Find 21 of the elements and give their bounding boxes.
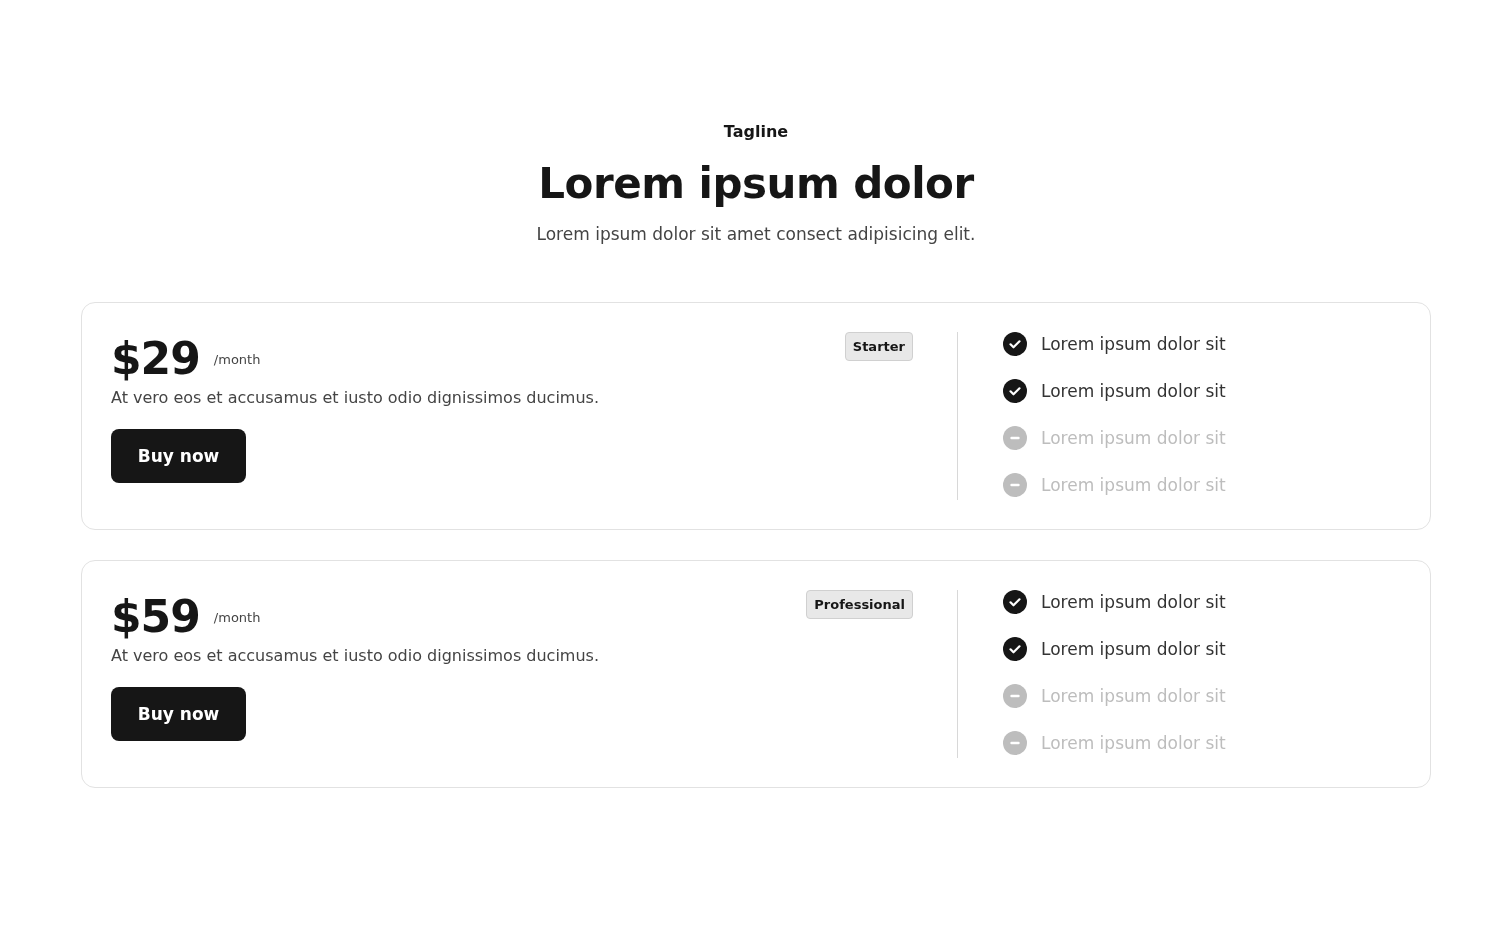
price-period: /month — [213, 351, 261, 367]
feature-text: Lorem ipsum dolor sit — [1041, 733, 1226, 753]
feature-text: Lorem ipsum dolor sit — [1041, 334, 1226, 354]
plan-badge: Professional — [806, 590, 913, 619]
feature-text: Lorem ipsum dolor sit — [1041, 686, 1226, 706]
buy-button[interactable]: Buy now — [111, 429, 246, 483]
feature-text: Lorem ipsum dolor sit — [1041, 592, 1226, 612]
feature-text: Lorem ipsum dolor sit — [1041, 475, 1226, 495]
price: $59 — [111, 592, 200, 642]
buy-button[interactable]: Buy now — [111, 687, 246, 741]
price: $29 — [111, 334, 200, 384]
price-period: /month — [213, 609, 261, 625]
subtitle: Lorem ipsum dolor sit amet consect adipisicing elit. — [536, 224, 976, 244]
feature-text: Lorem ipsum dolor sit — [1041, 428, 1226, 448]
plan-description: At vero eos et accusamus et iusto odio dignissimos ducimus. — [111, 388, 600, 407]
plan-description: At vero eos et accusamus et iusto odio dignissimos ducimus. — [111, 646, 600, 665]
tagline: Tagline — [723, 122, 789, 141]
page-title: Lorem ipsum dolor — [538, 159, 974, 208]
feature-text: Lorem ipsum dolor sit — [1041, 381, 1226, 401]
feature-text: Lorem ipsum dolor sit — [1041, 639, 1226, 659]
plan-badge: Starter — [844, 332, 913, 361]
